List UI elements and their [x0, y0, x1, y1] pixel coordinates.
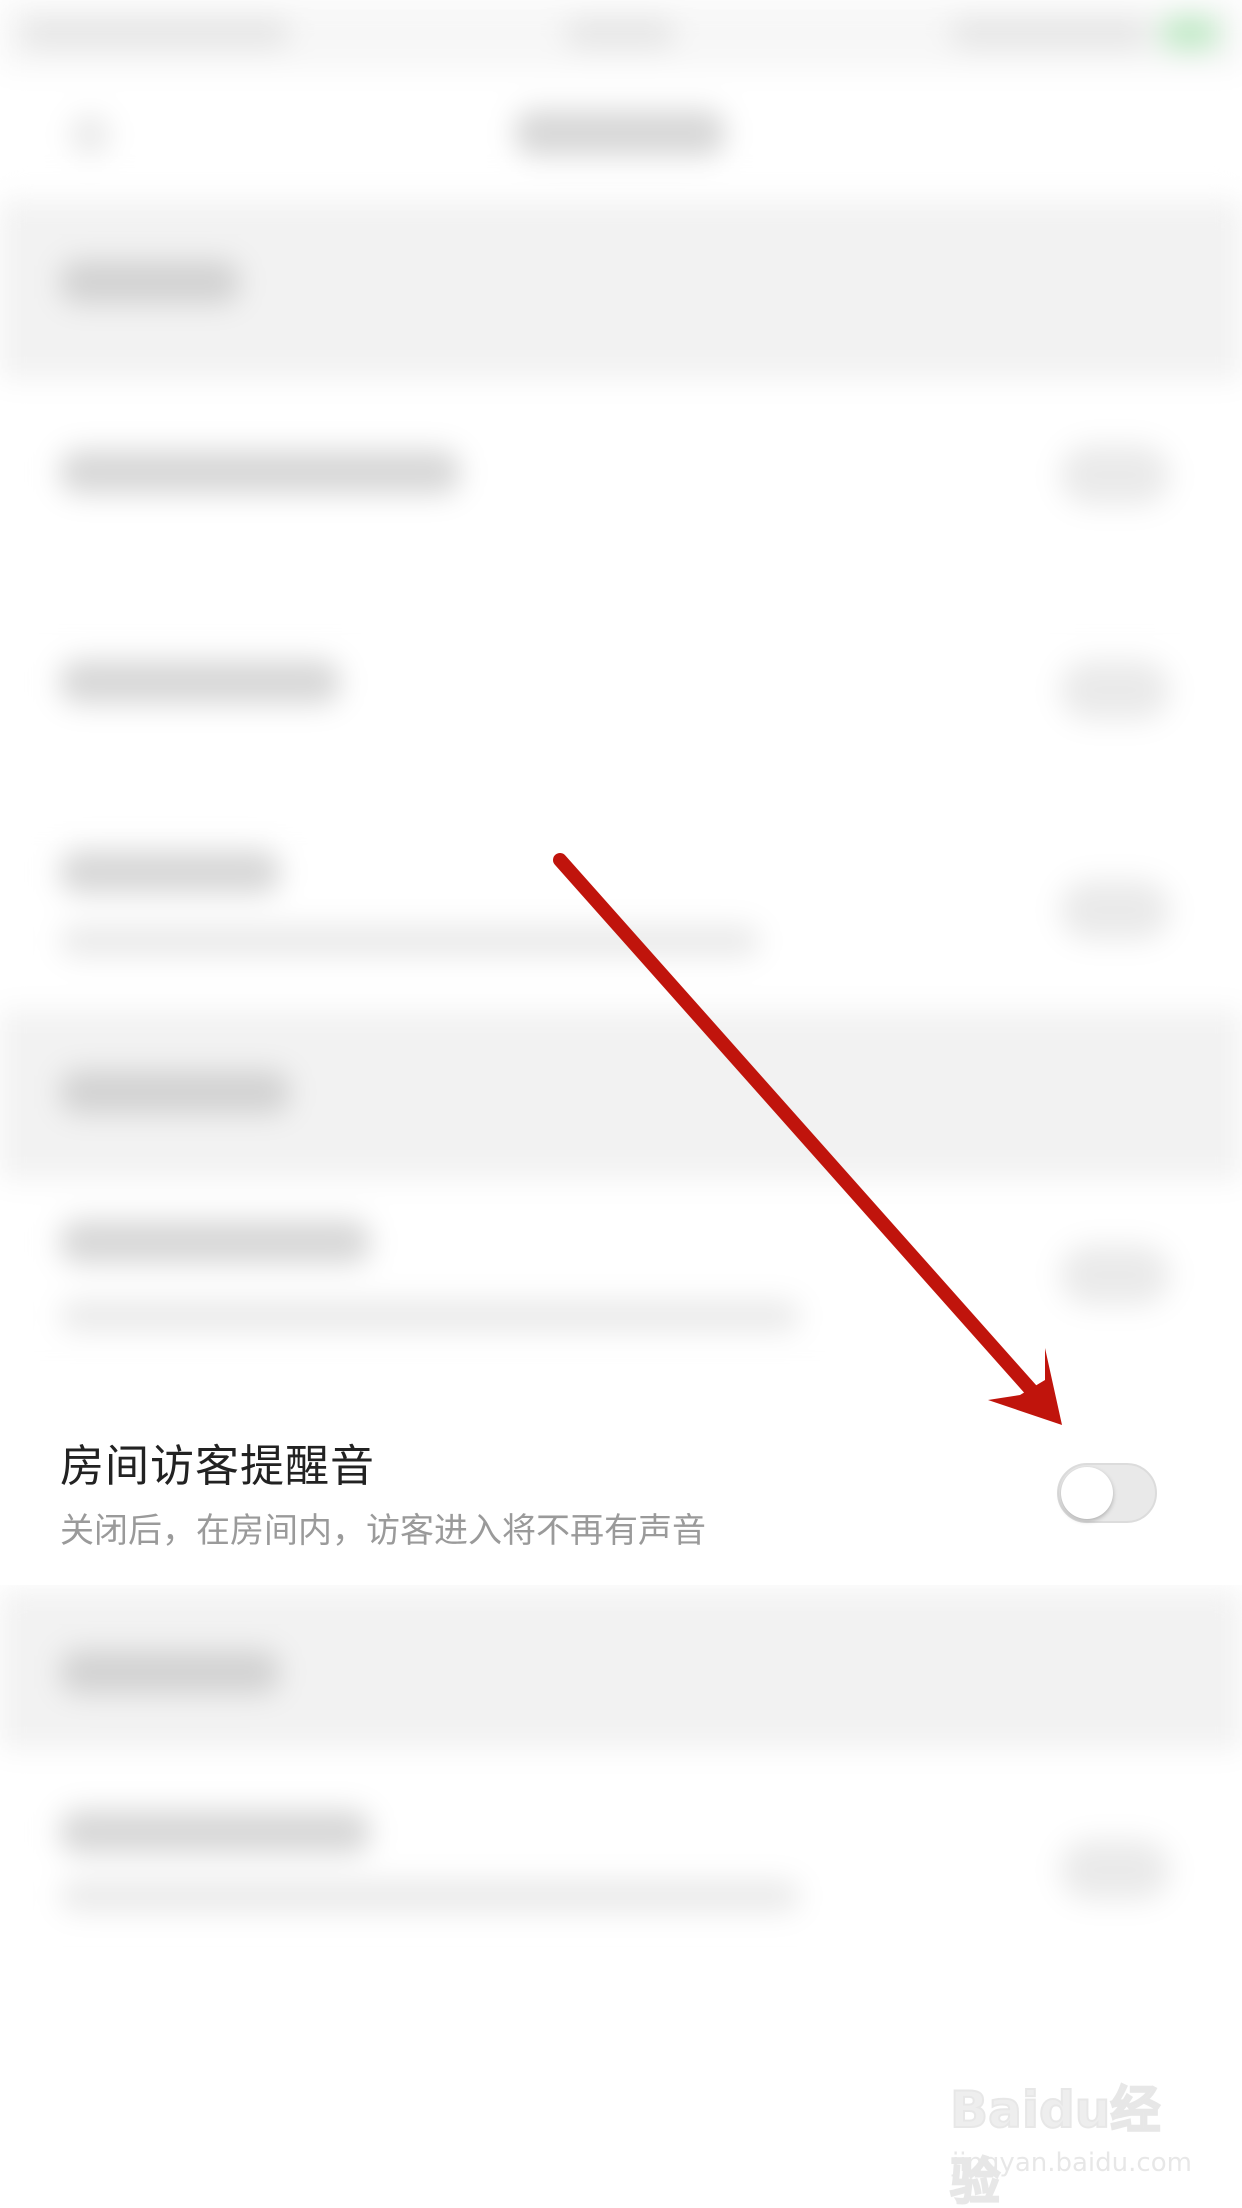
settings-row-title	[60, 1810, 370, 1854]
page-title	[515, 110, 725, 156]
settings-page: 房间访客提醒音 关闭后，在房间内，访客进入将不再有声音 Baidu经验 jing…	[0, 0, 1242, 2208]
settings-row-visitor-sound: 房间访客提醒音 关闭后，在房间内，访客进入将不再有声音	[0, 1385, 1242, 1585]
back-arrow-icon[interactable]	[70, 115, 110, 155]
settings-row-1[interactable]	[0, 380, 1242, 580]
section-header-2	[0, 1010, 1242, 1180]
section-header-3	[0, 1590, 1242, 1750]
settings-row-3[interactable]	[0, 810, 1242, 1010]
watermark-url: jingyan.baidu.com	[952, 2148, 1192, 2178]
status-bar	[0, 0, 1242, 70]
status-carrier	[20, 18, 290, 48]
section-header-label	[60, 260, 240, 304]
status-icons	[950, 18, 1150, 48]
settings-row-desc	[60, 925, 760, 957]
toggle-knob	[1061, 1467, 1113, 1519]
settings-row-toggle[interactable]	[1060, 445, 1170, 505]
settings-row-5[interactable]	[0, 1750, 1242, 1980]
settings-row-title	[60, 850, 280, 894]
watermark-logo: Baidu经验	[949, 2080, 1161, 2208]
nav-bar	[0, 70, 1242, 190]
status-time	[565, 18, 675, 48]
settings-row-2[interactable]	[0, 600, 1242, 800]
settings-row-toggle[interactable]	[1060, 880, 1170, 940]
section-header-label	[60, 1070, 290, 1114]
section-header-label	[60, 1650, 280, 1694]
settings-row-desc	[60, 1880, 800, 1912]
settings-row-desc	[60, 1300, 800, 1332]
settings-row-4[interactable]	[0, 1180, 1242, 1385]
settings-row-title	[60, 660, 340, 704]
baidu-watermark: Baidu经验 jingyan.baidu.com	[949, 2070, 1210, 2208]
settings-row-toggle[interactable]	[1060, 1245, 1170, 1305]
settings-row-title	[60, 1220, 370, 1264]
visitor-sound-title: 房间访客提醒音	[60, 1441, 375, 1492]
settings-row-toggle[interactable]	[1060, 660, 1170, 720]
visitor-sound-description: 关闭后，在房间内，访客进入将不再有声音	[60, 1511, 706, 1551]
section-header-1	[0, 200, 1242, 380]
battery-icon	[1160, 16, 1220, 50]
settings-row-toggle[interactable]	[1060, 1840, 1170, 1900]
blurred-background	[0, 0, 1242, 2208]
visitor-sound-toggle[interactable]	[1057, 1463, 1157, 1523]
settings-row-title	[60, 450, 460, 494]
